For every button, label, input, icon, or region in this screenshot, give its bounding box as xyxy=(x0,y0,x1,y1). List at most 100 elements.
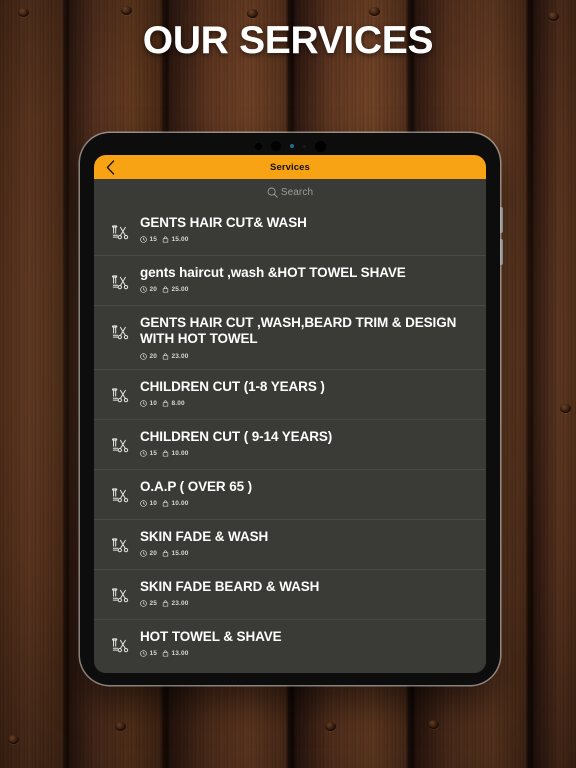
duration-value: 20 xyxy=(149,550,158,558)
barber-scissors-comb-icon xyxy=(106,534,132,560)
clock-icon xyxy=(140,353,147,360)
barber-scissors-comb-icon xyxy=(106,584,132,610)
service-duration: 20 xyxy=(140,286,157,293)
service-duration: 20 xyxy=(140,353,157,360)
service-price: 13.00 xyxy=(162,650,189,657)
price-value: 10.00 xyxy=(171,450,189,458)
service-info: GENTS HAIR CUT& WASH 15 15.00 xyxy=(140,215,472,243)
service-row[interactable]: SKIN FADE BEARD & WASH 25 23.00 xyxy=(94,570,486,620)
price-tag-icon xyxy=(162,400,169,407)
search-input[interactable]: Search xyxy=(281,187,313,198)
service-row[interactable]: gents haircut ,wash &HOT TOWEL SHAVE 20 xyxy=(94,256,486,306)
front-sensor-array xyxy=(80,139,500,153)
price-value: 15.00 xyxy=(171,236,189,244)
service-info: HOT TOWEL & SHAVE 15 13.00 xyxy=(140,629,472,657)
service-name: HOT TOWEL & SHAVE xyxy=(140,628,282,644)
service-meta: 20 23.00 xyxy=(140,353,472,360)
tablet-screen: Services Search GENTS HAIR CUT& WASH 15 … xyxy=(94,155,486,673)
service-name: GENTS HAIR CUT& WASH xyxy=(140,215,307,230)
service-row[interactable]: SKIN FADE & WASH 20 15.00 xyxy=(94,520,486,570)
app-bar: Services xyxy=(94,155,486,179)
barber-scissors-comb-icon xyxy=(106,220,132,246)
duration-value: 15 xyxy=(149,236,158,244)
nail-head xyxy=(115,722,126,731)
service-name: SKIN FADE BEARD & WASH xyxy=(140,578,320,594)
service-duration: 10 xyxy=(140,500,157,507)
service-row[interactable]: O.A.P ( OVER 65 ) 10 10.00 xyxy=(94,470,486,520)
nail-head xyxy=(18,8,29,17)
clock-icon xyxy=(140,650,147,658)
service-price: 10.00 xyxy=(162,450,189,457)
nail-head xyxy=(560,404,571,413)
price-tag-icon xyxy=(162,550,169,557)
service-info: SKIN FADE BEARD & WASH 25 23.00 xyxy=(140,579,472,607)
tablet-device: Services Search GENTS HAIR CUT& WASH 15 … xyxy=(80,133,503,685)
barber-scissors-comb-icon xyxy=(106,484,132,510)
volume-down-button[interactable] xyxy=(499,239,503,265)
price-tag-icon xyxy=(162,600,169,607)
price-value: 23.00 xyxy=(171,600,189,608)
service-row[interactable]: HOT TOWEL & SHAVE 15 13.00 xyxy=(94,620,486,669)
page-title: OUR SERVICES xyxy=(142,19,434,62)
front-camera xyxy=(270,141,281,151)
service-meta: 20 25.00 xyxy=(140,286,472,293)
price-value: 13.00 xyxy=(171,650,189,658)
service-meta: 10 8.00 xyxy=(140,400,472,407)
price-value: 23.00 xyxy=(171,352,189,360)
service-name: CHILDREN CUT ( 9-14 YEARS) xyxy=(140,428,333,444)
service-info: gents haircut ,wash &HOT TOWEL SHAVE 20 xyxy=(140,265,472,293)
search-bar[interactable]: Search xyxy=(94,179,486,206)
barber-scissors-comb-icon xyxy=(106,434,132,460)
service-price: 25.00 xyxy=(162,286,189,293)
service-meta: 10 10.00 xyxy=(140,500,472,507)
search-icon xyxy=(267,187,278,198)
price-value: 10.00 xyxy=(171,500,189,508)
service-duration: 10 xyxy=(140,400,157,407)
service-row[interactable]: CHILDREN CUT ( 9-14 YEARS) 15 10.00 xyxy=(94,420,486,470)
clock-icon xyxy=(140,600,147,608)
service-info: GENTS HAIR CUT ,WASH,BEARD TRIM & DESIGN… xyxy=(140,315,472,360)
nail-head xyxy=(428,720,439,729)
indicator-led xyxy=(289,144,294,148)
service-name: O.A.P ( OVER 65 ) xyxy=(140,478,253,494)
nail-head xyxy=(8,735,19,744)
services-list: GENTS HAIR CUT& WASH 15 15.00 gents hair… xyxy=(94,206,486,673)
service-row[interactable]: GENTS HAIR CUT& WASH 15 15.00 xyxy=(94,206,486,256)
service-price: 15.00 xyxy=(162,550,189,557)
clock-icon xyxy=(140,550,147,558)
service-meta: 20 15.00 xyxy=(140,550,472,557)
barber-scissors-comb-icon xyxy=(106,384,132,410)
price-tag-icon xyxy=(162,450,169,457)
sensor-dot xyxy=(302,144,306,148)
service-duration: 20 xyxy=(140,550,157,557)
service-row[interactable]: CHILDREN CUT (1-8 YEARS ) 10 8.00 xyxy=(94,370,486,420)
service-row[interactable]: GENTS HAIR CUT ,WASH,BEARD TRIM & DESIGN… xyxy=(94,306,486,370)
clock-icon xyxy=(140,236,147,244)
service-meta: 25 23.00 xyxy=(140,600,472,607)
price-value: 8.00 xyxy=(171,400,185,408)
duration-value: 15 xyxy=(149,650,158,658)
price-tag-icon xyxy=(162,286,169,294)
barber-scissors-comb-icon xyxy=(106,270,132,296)
back-button[interactable] xyxy=(99,155,121,179)
nail-head xyxy=(247,9,258,18)
duration-value: 20 xyxy=(149,286,158,294)
barber-scissors-comb-icon xyxy=(106,634,132,660)
nail-head xyxy=(325,722,336,731)
price-value: 15.00 xyxy=(171,550,189,558)
service-price: 10.00 xyxy=(162,500,189,507)
price-tag-icon xyxy=(162,650,169,657)
service-name: GENTS HAIR CUT ,WASH,BEARD TRIM & DESIGN… xyxy=(140,315,457,347)
nail-head xyxy=(121,6,132,15)
price-tag-icon xyxy=(162,500,169,507)
service-duration: 15 xyxy=(140,650,157,657)
clock-icon xyxy=(140,400,147,408)
service-meta: 15 13.00 xyxy=(140,650,472,657)
duration-value: 10 xyxy=(149,400,158,408)
clock-icon xyxy=(140,500,147,508)
duration-value: 10 xyxy=(149,500,158,508)
duration-value: 25 xyxy=(149,600,158,608)
service-meta: 15 15.00 xyxy=(140,236,472,243)
service-name: SKIN FADE & WASH xyxy=(140,528,269,544)
volume-up-button[interactable] xyxy=(499,207,503,233)
